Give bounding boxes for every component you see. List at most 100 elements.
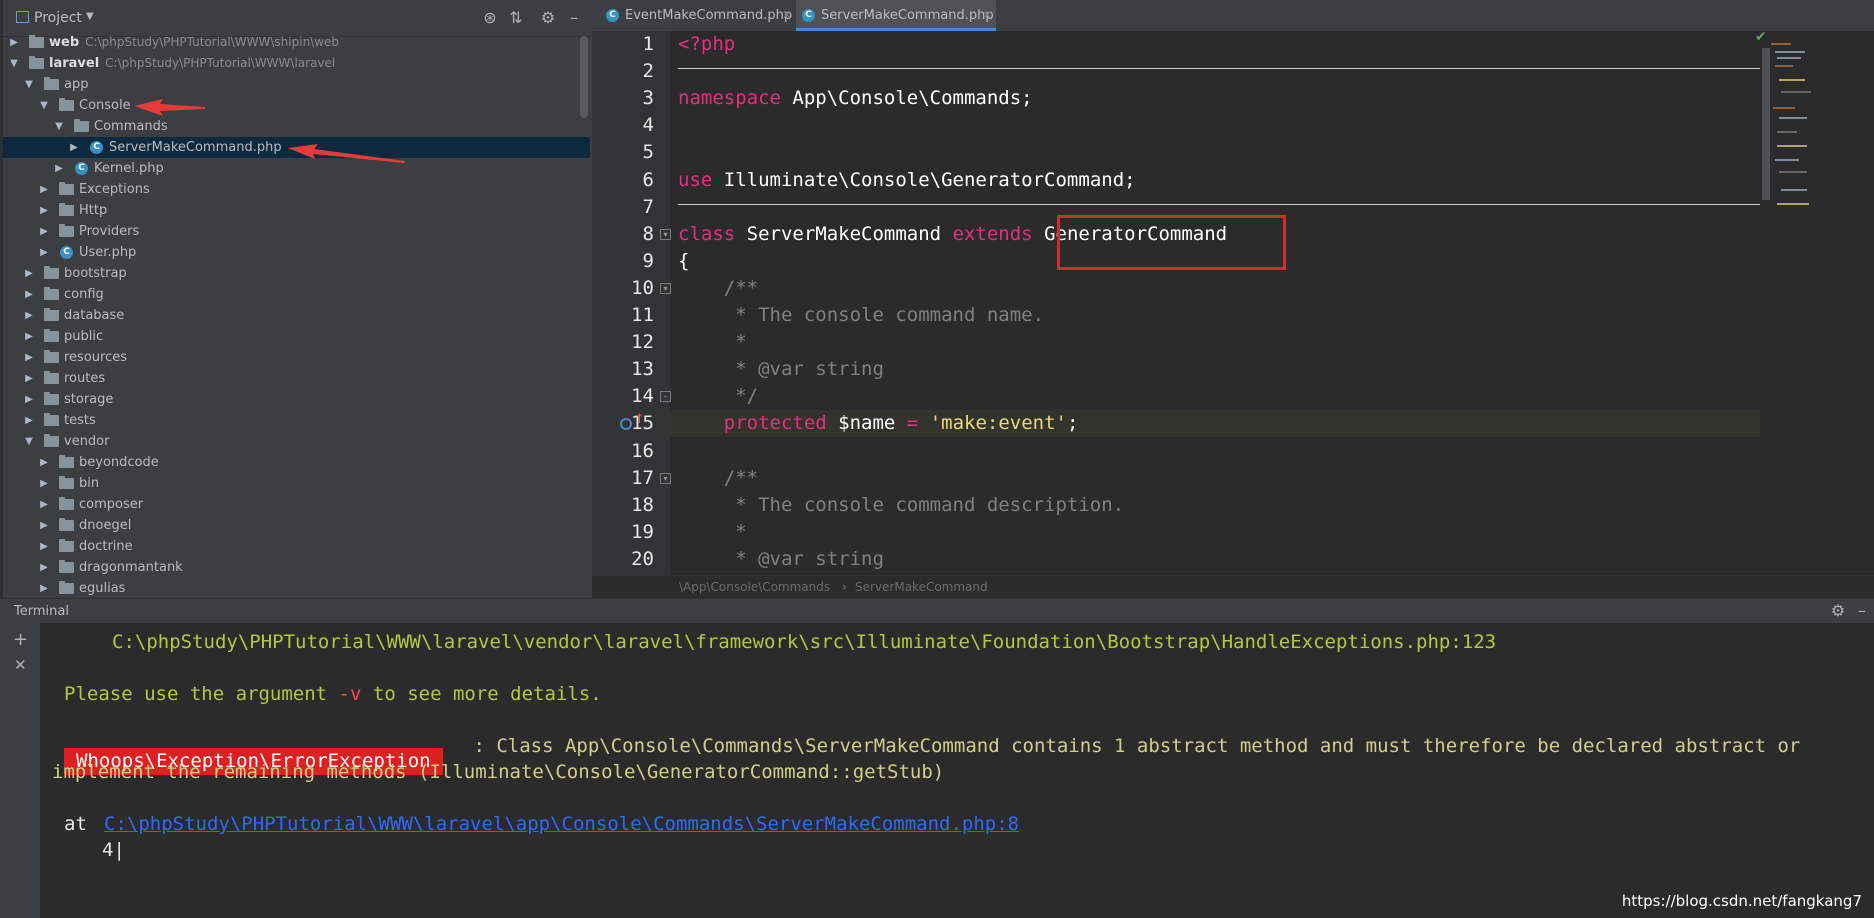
- chevron-right-icon[interactable]: ▶: [38, 242, 50, 263]
- fold-marker-icon[interactable]: ▾: [660, 228, 671, 240]
- tree-folder[interactable]: ▶ public: [0, 326, 590, 347]
- error-file-link[interactable]: C:\phpStudy\PHPTutorial\WWW\laravel\app\…: [104, 813, 1019, 835]
- terminal-title[interactable]: Terminal: [14, 604, 69, 619]
- minimap-mark: [1775, 65, 1793, 67]
- close-icon[interactable]: ✕: [14, 656, 27, 674]
- hint-text: to see more details.: [361, 683, 602, 705]
- chevron-right-icon[interactable]: ▶: [23, 368, 35, 389]
- tree-item-label: Providers: [79, 224, 140, 239]
- tree-folder[interactable]: ▶ doctrine: [0, 536, 590, 557]
- chevron-right-icon[interactable]: ▶: [23, 410, 35, 431]
- code-line[interactable]: <?php: [678, 31, 735, 58]
- chevron-right-icon[interactable]: ▶: [23, 263, 35, 284]
- chevron-right-icon[interactable]: ▶: [23, 326, 35, 347]
- chevron-right-icon[interactable]: ▶: [38, 179, 50, 200]
- tree-folder[interactable]: ▶ routes: [0, 368, 590, 389]
- code-line[interactable]: {: [678, 248, 689, 275]
- arrow-console: [134, 99, 205, 116]
- tree-folder[interactable]: ▶ beyondcode: [0, 452, 590, 473]
- tree-folder[interactable]: ▶ Providers: [0, 221, 590, 242]
- minimap-mark: [1777, 57, 1801, 59]
- chevron-right-icon[interactable]: ▶: [38, 452, 50, 473]
- code-line[interactable]: *: [678, 329, 746, 356]
- php-class-icon: C: [60, 246, 73, 259]
- minimize-icon[interactable]: –: [1852, 601, 1872, 621]
- tab-eventmakecommand[interactable]: C EventMakeCommand.php ✕: [600, 0, 794, 31]
- tree-folder[interactable]: ▶ database: [0, 305, 590, 326]
- code-area[interactable]: <?php namespace App\Console\Commands; use …: [592, 31, 1874, 575]
- chevron-right-icon[interactable]: ▶: [38, 536, 50, 557]
- tree-folder[interactable]: ▶ bootstrap: [0, 263, 590, 284]
- tree-folder[interactable]: ▶ Http: [0, 200, 590, 221]
- code-line[interactable]: /**: [678, 465, 758, 492]
- tree-item-label: routes: [64, 371, 106, 386]
- code-token: extends: [952, 222, 1045, 245]
- code-line[interactable]: * The console command description.: [678, 492, 1124, 519]
- tree-folder[interactable]: ▶ resources: [0, 347, 590, 368]
- code-line[interactable]: *: [678, 519, 746, 546]
- fold-marker-icon[interactable]: ▾: [660, 282, 671, 294]
- terminal-toolbar: + ✕: [0, 623, 40, 918]
- annotation-arrows: [134, 99, 405, 163]
- chevron-right-icon[interactable]: ▶: [38, 221, 50, 242]
- code-token: ;: [1066, 412, 1079, 435]
- chevron-right-icon[interactable]: ▶: [38, 515, 50, 536]
- chevron-right-icon[interactable]: ▶: [23, 284, 35, 305]
- folder-icon: [44, 371, 59, 384]
- code-line[interactable]: */: [678, 383, 758, 410]
- chevron-right-icon[interactable]: ▶: [38, 557, 50, 578]
- plus-icon[interactable]: +: [13, 629, 28, 650]
- tree-folder[interactable]: ▶ Exceptions: [0, 179, 590, 200]
- tree-folder[interactable]: ▶ dnoegel: [0, 515, 590, 536]
- close-icon[interactable]: ✕: [782, 0, 792, 31]
- code-token: class: [678, 222, 747, 245]
- fold-marker-icon[interactable]: ▾: [660, 472, 671, 484]
- tree-folder[interactable]: ▶ bin: [0, 473, 590, 494]
- tree-folder[interactable]: ▶ storage: [0, 389, 590, 410]
- tab-servermakecommand[interactable]: C ServerMakeCommand.php ✕: [796, 0, 996, 31]
- folder-icon: [59, 476, 74, 489]
- tree-folder[interactable]: ▶ egulias: [0, 578, 590, 598]
- tree-file[interactable]: ▶ C User.php: [0, 242, 590, 263]
- minimap-mark: [1779, 79, 1805, 81]
- folder-icon: [44, 413, 59, 426]
- minimap-mark: [1779, 171, 1807, 173]
- chevron-right-icon[interactable]: ▶: [38, 494, 50, 515]
- code-line[interactable]: * The console command name.: [678, 302, 1044, 329]
- chevron-right-icon[interactable]: ▶: [38, 578, 50, 598]
- tree-folder[interactable]: ▶ config: [0, 284, 590, 305]
- php-class-icon: C: [606, 9, 619, 22]
- close-icon[interactable]: ✕: [982, 0, 992, 31]
- gear-icon[interactable]: ⚙: [1828, 601, 1848, 621]
- chevron-right-icon[interactable]: ▶: [23, 389, 35, 410]
- editor-tabs: C EventMakeCommand.php ✕ C ServerMakeCom…: [592, 0, 1874, 32]
- tree-folder[interactable]: ▶ dragonmantank: [0, 557, 590, 578]
- code-line[interactable]: * @var string: [678, 546, 884, 573]
- breadcrumb-class[interactable]: ServerMakeCommand: [855, 576, 988, 599]
- code-line[interactable]: * @var string: [678, 356, 884, 383]
- tree-folder[interactable]: ▶ composer: [0, 494, 590, 515]
- minimap-mark: [1781, 91, 1811, 93]
- chevron-right-icon[interactable]: ▶: [23, 305, 35, 326]
- code-token: ServerMakeCommand: [746, 222, 953, 245]
- tree-item-label: tests: [64, 413, 96, 428]
- code-line[interactable]: use Illuminate\Console\GeneratorCommand;: [678, 167, 1136, 194]
- chevron-right-icon[interactable]: ▶: [38, 200, 50, 221]
- fold-marker-icon[interactable]: –: [660, 391, 671, 403]
- error-message-line-2: implement the remaining methods (Illumin…: [52, 761, 945, 783]
- chevron-right-icon[interactable]: ▶: [38, 473, 50, 494]
- breadcrumb-namespace[interactable]: \App\Console\Commands: [679, 576, 830, 599]
- code-line[interactable]: namespace App\Console\Commands;: [678, 85, 1033, 112]
- minimap-mark: [1781, 189, 1807, 191]
- folder-icon: [59, 539, 74, 552]
- chevron-right-icon[interactable]: ▶: [23, 347, 35, 368]
- terminal-header: Terminal ⚙ –: [0, 598, 1874, 624]
- terminal-output[interactable]: C:\phpStudy\PHPTutorial\WWW\laravel\vend…: [40, 623, 1874, 918]
- code-line[interactable]: protected $name = 'make:event';: [678, 410, 1079, 437]
- code-line[interactable]: /**: [678, 275, 758, 302]
- folder-icon: [59, 581, 74, 594]
- tree-folder[interactable]: ▼ vendor: [0, 431, 590, 452]
- tree-folder[interactable]: ▶ tests: [0, 410, 590, 431]
- chevron-down-icon[interactable]: ▼: [23, 431, 35, 452]
- code-editor[interactable]: 1 2 3 4 5 6 7 8 9 10 11 12 13 14 15 16 17 18 19 20 ↑ <?php na…: [592, 31, 1874, 575]
